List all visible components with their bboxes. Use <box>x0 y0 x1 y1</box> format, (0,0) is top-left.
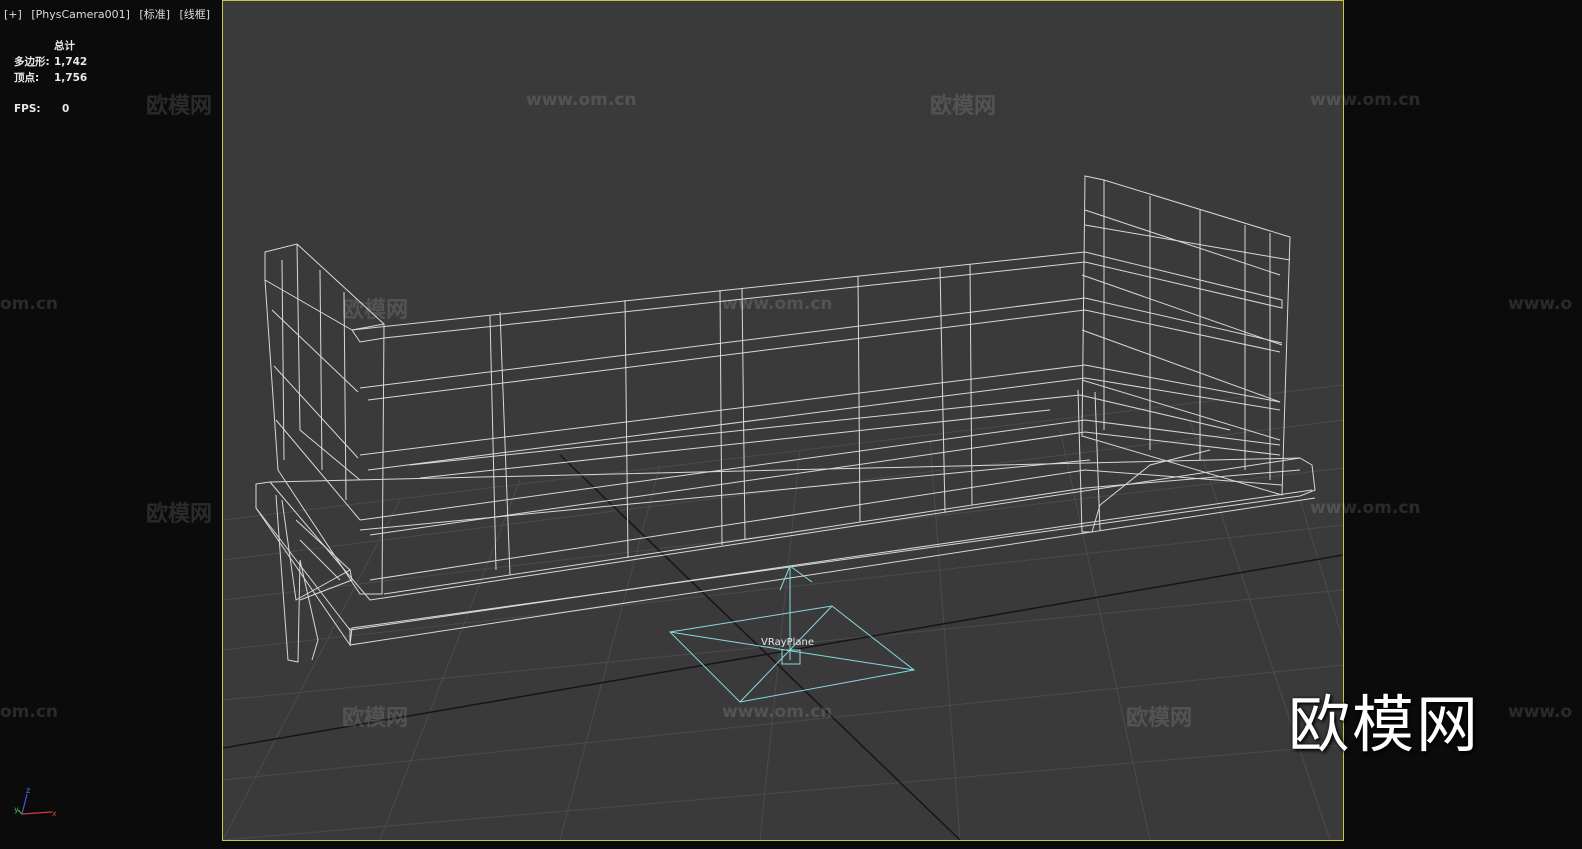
watermark-url-cut: om.cn <box>0 294 59 314</box>
ground-grid <box>223 384 1343 840</box>
world-axis-y <box>559 454 961 840</box>
vray-plane-label: VRayPlane <box>761 637 815 648</box>
watermark-brand: 欧模网 <box>342 298 409 323</box>
watermark-url-cut: om.cn <box>0 702 59 722</box>
brand-logo: 欧模网 <box>1288 688 1481 761</box>
watermark-brand: 欧模网 <box>1126 706 1193 731</box>
watermark-url: www.om.cn <box>1310 498 1421 518</box>
axis-gizmo-icon: x z y <box>14 786 57 818</box>
axis-z-label: z <box>26 786 30 795</box>
watermark-url: www.om.cn <box>1310 90 1421 110</box>
watermark-url-left: www.o <box>1508 702 1573 722</box>
watermark-url: www.om.cn <box>526 90 637 110</box>
axis-x-label: x <box>52 809 57 818</box>
watermark-brand: 欧模网 <box>930 94 997 119</box>
watermark-url: www.om.cn <box>722 702 833 722</box>
watermark-brand: 欧模网 <box>342 706 409 731</box>
watermark-brand: 欧模网 <box>146 94 213 119</box>
watermark-url: www.om.cn <box>722 294 833 314</box>
axis-y-label: y <box>14 805 19 814</box>
watermark-brand: 欧模网 <box>146 502 213 527</box>
watermark-url-left: www.o <box>1508 294 1573 314</box>
